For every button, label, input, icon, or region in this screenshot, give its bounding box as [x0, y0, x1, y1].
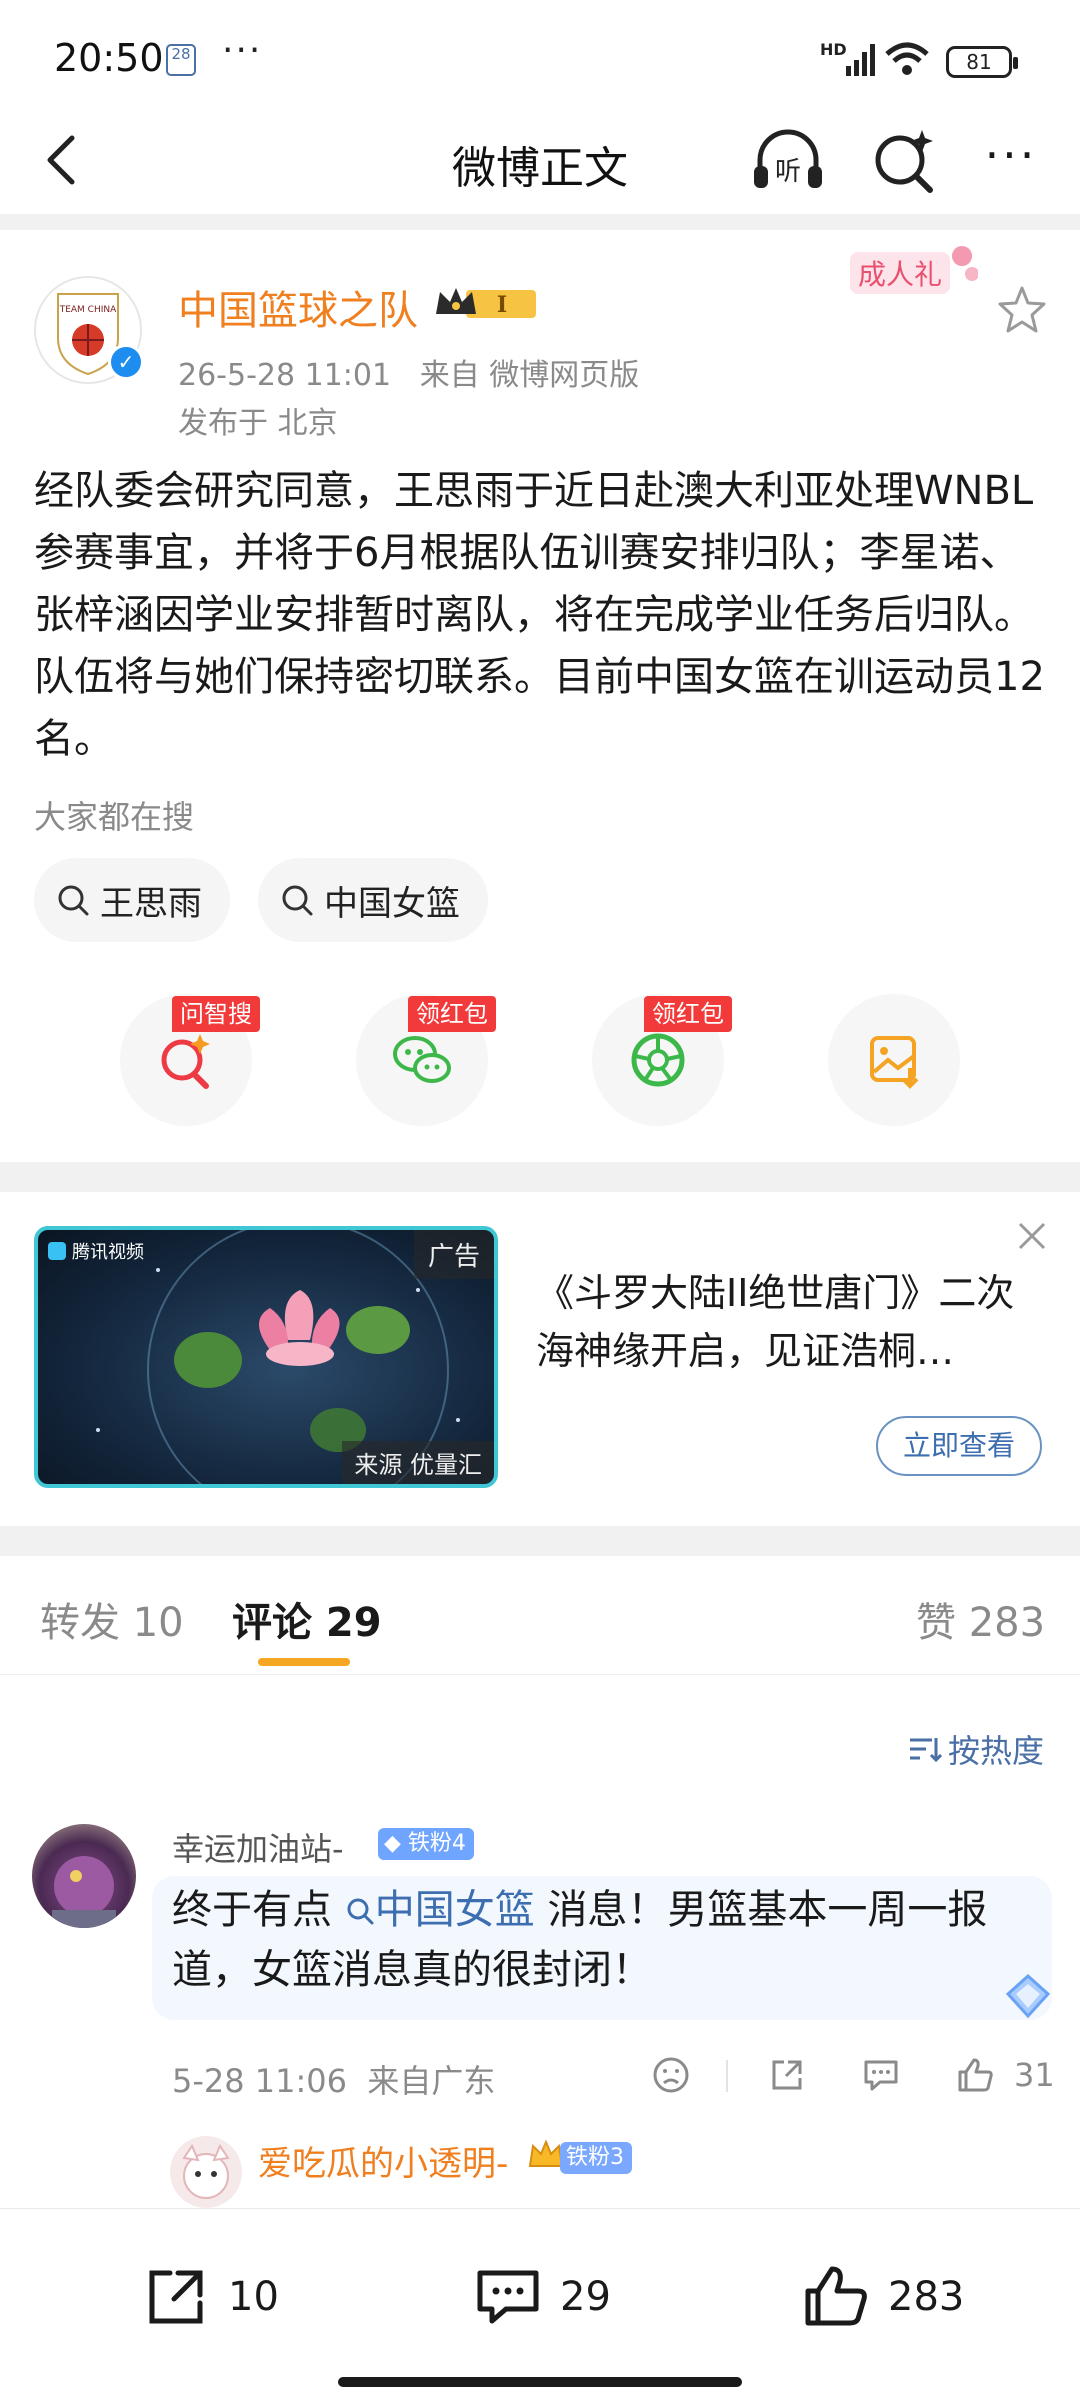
ad-thumbnail[interactable]: 腾讯视频 广告 来源 优量汇	[34, 1226, 498, 1488]
divider	[0, 1674, 1080, 1675]
crown-icon	[528, 2139, 564, 2167]
action-tag: 领红包	[644, 996, 732, 1032]
hot-search-chip-label: 王思雨	[100, 883, 202, 924]
save-image-icon	[870, 1036, 919, 1089]
hot-search-label: 大家都在搜	[34, 798, 195, 836]
status-bar: 20:50 28 ··· HD 81	[0, 0, 1080, 110]
comment-button[interactable]: 29	[472, 2261, 611, 2333]
wechat-icon	[393, 1036, 451, 1083]
moments-icon	[631, 1033, 685, 1087]
comment-topic-link[interactable]: 中国女篮	[345, 1887, 548, 1933]
author-name[interactable]: 中国篮球之队	[178, 278, 418, 336]
favorite-star-icon[interactable]	[994, 282, 1050, 338]
ad-source: 来源 优量汇	[342, 1441, 494, 1484]
calendar-badge: 28	[166, 44, 196, 76]
search-icon	[58, 885, 89, 916]
repost-count: 10	[228, 2274, 279, 2320]
dislike-face-icon[interactable]	[650, 2054, 692, 2096]
comment-topic: 中国女篮	[374, 1887, 535, 1933]
divider	[726, 2060, 728, 2092]
comment-meta: 5-28 11:06 来自广东	[172, 2056, 495, 2102]
ad-title[interactable]: 《斗罗大陆II绝世唐门》二次海神缘开启，见证浩桐…	[536, 1264, 1036, 1380]
status-time: 20:50	[54, 36, 164, 80]
sort-icon	[910, 1738, 942, 1763]
avatar-team-text: TEAM CHINA	[59, 305, 117, 315]
comment-text-before: 终于有点	[172, 1887, 332, 1933]
more-notifications-icon: ···	[222, 30, 263, 71]
repost-button[interactable]: 10	[140, 2261, 279, 2333]
search-icon	[282, 885, 313, 916]
signal-icon	[846, 44, 875, 76]
svg-text:听: 听	[775, 157, 801, 187]
hot-search-chip-label: 中国女篮	[324, 883, 460, 924]
listen-headphones-icon[interactable]: 听	[748, 120, 828, 200]
comment-like-count: 31	[1014, 2056, 1055, 2094]
bottom-action-bar: 10 29 283	[0, 2208, 1080, 2400]
comment-text: 终于有点 中国女篮 消息！男篮基本一周一报道，女篮消息真的很封闭！	[172, 1880, 1032, 2000]
network-type: HD	[820, 40, 847, 59]
ai-search-icon	[161, 1034, 210, 1089]
wifi-icon	[885, 42, 929, 75]
comment-count: 29	[560, 2274, 611, 2320]
divider	[0, 1162, 1080, 1192]
tab-repost[interactable]: 转发 10	[40, 1590, 184, 1648]
battery-indicator: 81	[946, 46, 1018, 78]
divider	[0, 214, 1080, 230]
hot-search-chip[interactable]: 中国女篮	[258, 858, 488, 942]
avatar[interactable]	[170, 2136, 242, 2208]
like-button[interactable]: 283	[800, 2261, 964, 2333]
post-body: 经队委会研究同意，王思雨于近日赴澳大利亚处理WNBL参赛事宜，并将于6月根据队伍…	[34, 468, 1045, 762]
tab-likes[interactable]: 赞 283	[916, 1590, 1045, 1648]
comment-username[interactable]: 幸运加油站-	[172, 1824, 344, 1870]
divider	[0, 1526, 1080, 1556]
post-location: 发布于 北京	[178, 406, 338, 441]
like-icon[interactable]	[954, 2054, 996, 2096]
reply-username[interactable]: 爱吃瓜的小透明-	[258, 2136, 508, 2185]
tab-comments[interactable]: 评论 29	[232, 1590, 382, 1648]
nav-bar: 微博正文 听 ···	[0, 110, 1080, 214]
member-level: I	[497, 292, 507, 318]
repost-icon	[149, 2270, 203, 2324]
fan-level-badge: ◆ 铁粉4	[378, 1828, 474, 1860]
home-indicator[interactable]	[338, 2377, 742, 2387]
action-tag: 问智搜	[172, 996, 260, 1032]
action-tag: 领红包	[408, 996, 496, 1032]
member-level-badge[interactable]: I	[436, 284, 540, 322]
more-options-icon[interactable]: ···	[966, 120, 1056, 200]
comment-icon	[477, 2270, 539, 2324]
close-icon[interactable]	[1014, 1218, 1050, 1254]
coming-of-age-text: 成人礼	[858, 258, 942, 291]
comment-icon[interactable]	[860, 2054, 902, 2096]
ai-search-icon[interactable]	[864, 120, 944, 200]
like-icon	[805, 2266, 867, 2326]
hot-search-chip[interactable]: 王思雨	[34, 858, 230, 942]
search-icon	[347, 1898, 374, 1925]
active-tab-indicator	[258, 1658, 350, 1666]
comment-time: 5-28 11:06	[172, 2062, 348, 2100]
post-meta: 26-5-28 11:01 来自 微博网页版	[178, 350, 639, 394]
avatar[interactable]	[32, 1824, 136, 1928]
coming-of-age-badge: 成人礼	[850, 246, 978, 294]
comment-location: 来自广东	[367, 2062, 496, 2100]
post-source: 来自 微博网页版	[419, 358, 640, 393]
sort-toggle[interactable]: 按热度	[908, 1726, 1044, 1772]
ad-view-button[interactable]: 立即查看	[876, 1416, 1042, 1476]
ad-label: 广告	[413, 1230, 494, 1279]
like-count: 283	[888, 2274, 965, 2320]
verified-icon: ✓	[108, 344, 144, 380]
diamond-icon: ◆	[384, 1831, 401, 1856]
fan-level-badge: 铁粉3	[560, 2142, 632, 2174]
post-time: 26-5-28 11:01	[178, 358, 392, 393]
fan-level-text: 铁粉4	[407, 1831, 466, 1856]
weibo-post-screen: 20:50 28 ··· HD 81 微博正文 听 ··· TEAM CHINA…	[0, 0, 1080, 2400]
repost-icon[interactable]	[766, 2054, 808, 2096]
save-image-button[interactable]	[828, 994, 960, 1126]
sort-label: 按热度	[948, 1732, 1045, 1770]
